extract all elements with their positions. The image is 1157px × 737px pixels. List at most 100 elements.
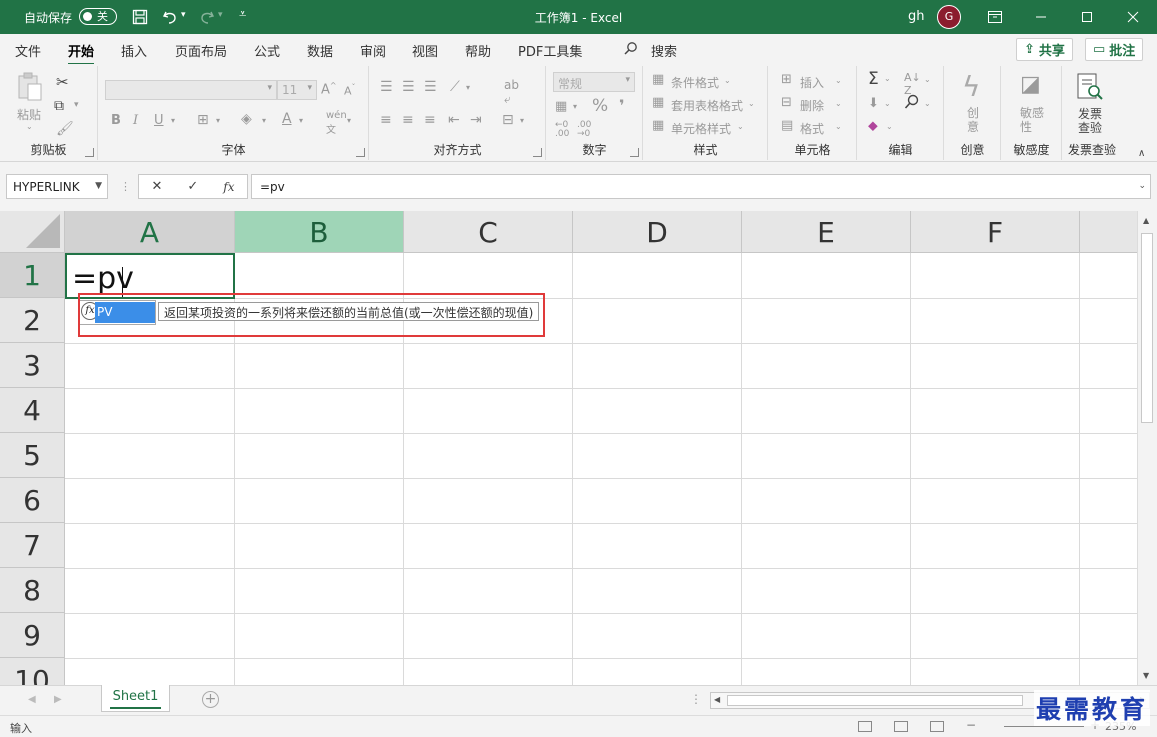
delete-cells-label[interactable]: 删除 bbox=[800, 97, 824, 114]
expand-formula-bar-icon[interactable]: ⌄ bbox=[1138, 181, 1146, 191]
tab-review[interactable]: 审阅 bbox=[360, 41, 386, 60]
scroll-up-icon[interactable]: ▲ bbox=[1143, 216, 1149, 225]
tab-view[interactable]: 视图 bbox=[412, 41, 438, 60]
delete-cells-dropdown-icon[interactable]: ⌄ bbox=[835, 99, 842, 108]
merge-center-icon[interactable]: ⊟ bbox=[502, 112, 514, 128]
alignment-launcher-icon[interactable] bbox=[533, 148, 542, 157]
conditional-format-dropdown-icon[interactable]: ⌄ bbox=[724, 76, 731, 85]
row-header-4[interactable]: 4 bbox=[0, 388, 65, 433]
decrease-decimal-icon[interactable]: .00 →0 bbox=[577, 121, 591, 139]
font-color-dropdown-icon[interactable]: ▾ bbox=[299, 116, 303, 125]
lightning-icon[interactable]: ϟ bbox=[962, 70, 980, 103]
select-all-button[interactable] bbox=[0, 211, 65, 253]
decrease-indent-icon[interactable]: ⇤ bbox=[448, 112, 460, 128]
align-left-icon[interactable]: ≡ bbox=[380, 112, 392, 128]
tab-page-layout[interactable]: 页面布局 bbox=[175, 41, 227, 60]
fill-color-dropdown-icon[interactable]: ▾ bbox=[262, 116, 266, 125]
autosum-dropdown-icon[interactable]: ⌄ bbox=[884, 74, 891, 83]
column-header-a[interactable]: A bbox=[65, 211, 235, 253]
autosave-toggle[interactable]: 关 bbox=[79, 8, 117, 25]
phonetic-icon[interactable]: wén 文 bbox=[326, 110, 347, 136]
percent-button[interactable]: % bbox=[592, 96, 608, 116]
format-table-dropdown-icon[interactable]: ⌄ bbox=[748, 99, 755, 108]
align-bottom-icon[interactable]: ☰ bbox=[424, 79, 437, 95]
number-launcher-icon[interactable] bbox=[630, 148, 639, 157]
increase-indent-icon[interactable]: ⇥ bbox=[470, 112, 482, 128]
vertical-scrollbar[interactable]: ▲ ▼ bbox=[1137, 211, 1157, 685]
insert-cells-icon[interactable]: ⊞ bbox=[781, 72, 792, 87]
zoom-slider[interactable] bbox=[1004, 726, 1084, 727]
clear-dropdown-icon[interactable]: ⌄ bbox=[886, 122, 893, 131]
scroll-left-icon[interactable]: ◀ bbox=[714, 695, 720, 704]
column-header-d[interactable]: D bbox=[573, 211, 742, 253]
wrap-text-icon[interactable]: ab ⤶ bbox=[504, 78, 519, 107]
italic-button[interactable]: I bbox=[133, 113, 138, 128]
maximize-icon[interactable] bbox=[1064, 0, 1110, 34]
orientation-dropdown-icon[interactable]: ▾ bbox=[466, 83, 470, 92]
next-sheet-icon[interactable]: ▶ bbox=[54, 694, 62, 705]
insert-cells-label[interactable]: 插入 bbox=[800, 74, 824, 91]
add-sheet-button[interactable]: + bbox=[202, 691, 219, 708]
redo-dropdown-icon[interactable]: ▾ bbox=[218, 10, 223, 20]
tab-insert[interactable]: 插入 bbox=[121, 41, 147, 60]
cell-styles-icon[interactable]: ▦ bbox=[652, 118, 664, 133]
scroll-down-icon[interactable]: ▼ bbox=[1143, 671, 1149, 680]
copy-icon[interactable]: ⧉ bbox=[54, 98, 64, 114]
normal-view-icon[interactable] bbox=[858, 721, 872, 732]
undo-dropdown-icon[interactable]: ▾ bbox=[181, 10, 186, 20]
clear-icon[interactable]: ⬥ bbox=[868, 118, 878, 134]
redo-icon[interactable] bbox=[197, 7, 217, 27]
row-header-8[interactable]: 8 bbox=[0, 568, 65, 613]
bold-button[interactable]: B bbox=[111, 113, 121, 128]
tab-data[interactable]: 数据 bbox=[307, 41, 333, 60]
row-header-10[interactable]: 10 bbox=[0, 658, 65, 685]
comments-button[interactable]: ▭ 批注 bbox=[1085, 38, 1144, 61]
font-name-combo[interactable]: ▾ bbox=[105, 80, 277, 100]
column-header-c[interactable]: C bbox=[404, 211, 573, 253]
fill-color-icon[interactable]: ◈ bbox=[241, 111, 252, 127]
share-button[interactable]: ⇪ 共享 bbox=[1016, 38, 1073, 61]
fill-dropdown-icon[interactable]: ⌄ bbox=[884, 99, 891, 108]
grow-font-icon[interactable]: A^ bbox=[321, 81, 337, 97]
format-cells-dropdown-icon[interactable]: ⌄ bbox=[835, 122, 842, 131]
ribbon-display-icon[interactable] bbox=[972, 0, 1018, 34]
row-header-7[interactable]: 7 bbox=[0, 523, 65, 568]
page-break-view-icon[interactable] bbox=[930, 721, 944, 732]
sensitivity-button[interactable]: 敏感性 bbox=[1020, 106, 1046, 134]
row-header-9[interactable]: 9 bbox=[0, 613, 65, 658]
close-icon[interactable] bbox=[1110, 0, 1156, 34]
row-header-3[interactable]: 3 bbox=[0, 343, 65, 388]
borders-dropdown-icon[interactable]: ▾ bbox=[216, 116, 220, 125]
delete-cells-icon[interactable]: ⊟ bbox=[781, 95, 792, 110]
customize-toolbar-icon[interactable]: ⩡ bbox=[239, 7, 246, 22]
page-layout-view-icon[interactable] bbox=[894, 721, 908, 732]
borders-icon[interactable]: ⊞ bbox=[197, 112, 209, 128]
collapse-ribbon-icon[interactable]: ∧ bbox=[1138, 148, 1145, 159]
column-header-f[interactable]: F bbox=[911, 211, 1080, 253]
align-top-icon[interactable]: ☰ bbox=[380, 79, 393, 95]
tab-search[interactable]: 搜索 bbox=[651, 41, 677, 60]
font-color-icon[interactable]: A bbox=[282, 111, 292, 127]
tab-pdf-tools[interactable]: PDF工具集 bbox=[518, 41, 582, 60]
worksheet-grid[interactable]: A B C D E F 1 2 3 4 5 6 7 8 9 10 =pv fx … bbox=[0, 211, 1137, 685]
horizontal-scroll-thumb[interactable] bbox=[727, 695, 1023, 706]
insert-function-icon[interactable]: fx bbox=[223, 180, 234, 194]
underline-dropdown-icon[interactable]: ▾ bbox=[171, 116, 175, 125]
align-center-icon[interactable]: ≡ bbox=[402, 112, 414, 128]
row-header-1[interactable]: 1 bbox=[0, 253, 65, 298]
tab-formulas[interactable]: 公式 bbox=[254, 41, 280, 60]
vertical-scroll-thumb[interactable] bbox=[1141, 233, 1153, 423]
copy-dropdown-icon[interactable]: ▾ bbox=[74, 100, 79, 110]
column-header-partial[interactable] bbox=[1080, 211, 1137, 253]
save-icon[interactable] bbox=[130, 7, 150, 27]
insert-cells-dropdown-icon[interactable]: ⌄ bbox=[835, 76, 842, 85]
accounting-icon[interactable]: ▦ bbox=[555, 99, 567, 114]
formula-input[interactable]: =pv ⌄ bbox=[251, 174, 1151, 199]
invoice-check-icon[interactable] bbox=[1075, 72, 1105, 105]
format-table-icon[interactable]: ▦ bbox=[652, 95, 664, 110]
comma-style-icon[interactable]: ❜ bbox=[619, 96, 625, 115]
minimize-icon[interactable] bbox=[1018, 0, 1064, 34]
font-launcher-icon[interactable] bbox=[356, 148, 365, 157]
row-header-2[interactable]: 2 bbox=[0, 298, 65, 343]
tab-home[interactable]: 开始 bbox=[68, 41, 95, 66]
